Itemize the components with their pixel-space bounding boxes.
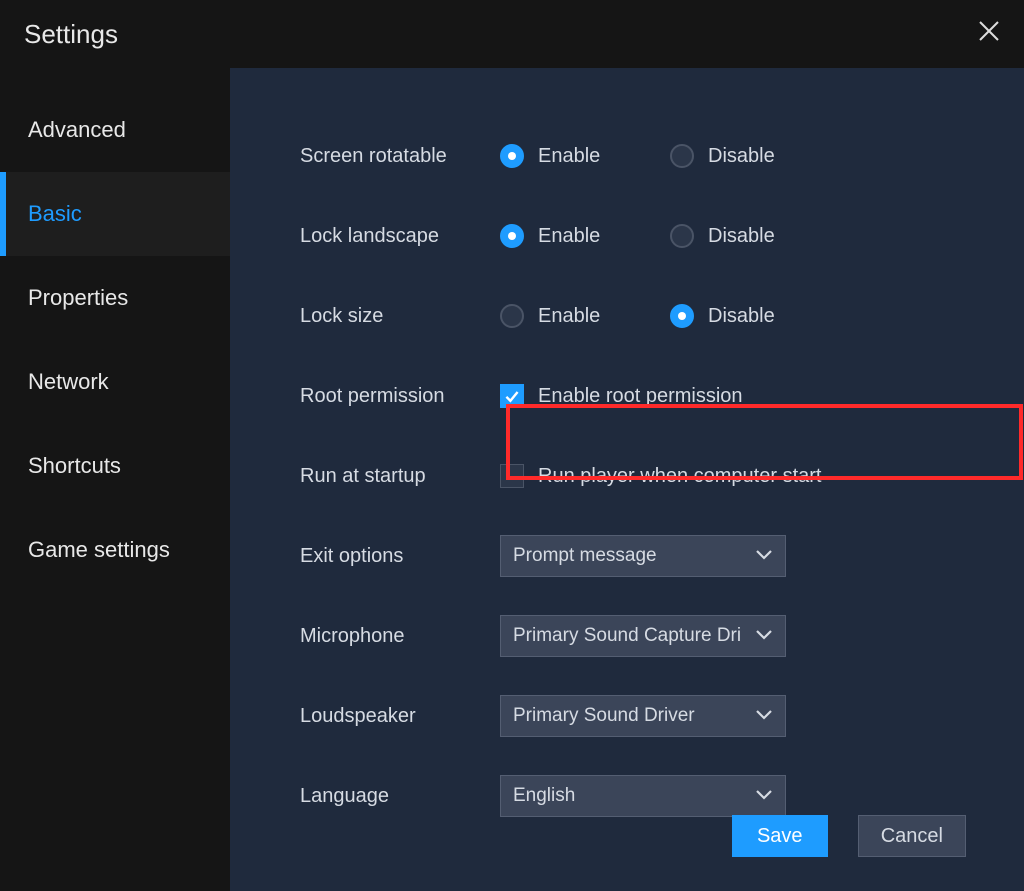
- sidebar-item-label: Properties: [28, 285, 128, 311]
- chevron-down-icon: [755, 785, 773, 807]
- row-screen-rotatable: Screen rotatable Enable Disable: [300, 116, 984, 196]
- row-root-permission: Root permission Enable root permission: [300, 356, 984, 436]
- label-loudspeaker: Loudspeaker: [300, 705, 500, 728]
- close-icon[interactable]: [978, 20, 1000, 48]
- radio-label: Disable: [708, 145, 775, 168]
- checkbox-root-permission[interactable]: Enable root permission: [500, 384, 743, 408]
- radio-outer-icon: [670, 224, 694, 248]
- checkbox-run-at-startup[interactable]: Run player when computer start: [500, 464, 821, 488]
- label-exit-options: Exit options: [300, 545, 500, 568]
- sidebar-item-label: Game settings: [28, 537, 170, 563]
- row-microphone: Microphone Primary Sound Capture Dri: [300, 596, 984, 676]
- radio-outer-icon: [500, 144, 524, 168]
- sidebar-item-game-settings[interactable]: Game settings: [0, 508, 230, 592]
- button-label: Save: [757, 825, 803, 848]
- controls-root-permission: Enable root permission: [500, 384, 743, 408]
- chevron-down-icon: [755, 545, 773, 567]
- main-panel: Screen rotatable Enable Disable Lock lan…: [230, 68, 1024, 891]
- select-value: Primary Sound Capture Dri: [513, 625, 741, 647]
- label-run-at-startup: Run at startup: [300, 465, 500, 488]
- controls-screen-rotatable: Enable Disable: [500, 144, 840, 168]
- sidebar-item-shortcuts[interactable]: Shortcuts: [0, 424, 230, 508]
- row-lock-size: Lock size Enable Disable: [300, 276, 984, 356]
- row-exit-options: Exit options Prompt message: [300, 516, 984, 596]
- radio-lock-size-enable[interactable]: Enable: [500, 304, 670, 328]
- titlebar: Settings: [0, 0, 1024, 68]
- sidebar-item-network[interactable]: Network: [0, 340, 230, 424]
- sidebar-item-label: Basic: [28, 201, 82, 227]
- sidebar-item-label: Shortcuts: [28, 453, 121, 479]
- label-microphone: Microphone: [300, 625, 500, 648]
- select-value: Primary Sound Driver: [513, 705, 695, 727]
- select-value: English: [513, 785, 575, 807]
- body: Advanced Basic Properties Network Shortc…: [0, 68, 1024, 891]
- radio-lock-landscape-enable[interactable]: Enable: [500, 224, 670, 248]
- sidebar-item-label: Advanced: [28, 117, 126, 143]
- select-loudspeaker[interactable]: Primary Sound Driver: [500, 695, 786, 737]
- cancel-button[interactable]: Cancel: [858, 815, 966, 857]
- select-microphone[interactable]: Primary Sound Capture Dri: [500, 615, 786, 657]
- save-button[interactable]: Save: [732, 815, 828, 857]
- sidebar-item-label: Network: [28, 369, 109, 395]
- settings-window: Settings Advanced Basic Properties Netwo…: [0, 0, 1024, 891]
- sidebar-item-properties[interactable]: Properties: [0, 256, 230, 340]
- checkbox-label: Enable root permission: [538, 385, 743, 408]
- select-exit-options[interactable]: Prompt message: [500, 535, 786, 577]
- radio-outer-icon: [500, 224, 524, 248]
- radio-screen-rotatable-enable[interactable]: Enable: [500, 144, 670, 168]
- titlebar-title: Settings: [24, 19, 118, 50]
- footer: Save Cancel: [732, 815, 966, 857]
- sidebar-item-basic[interactable]: Basic: [0, 172, 230, 256]
- row-lock-landscape: Lock landscape Enable Disable: [300, 196, 984, 276]
- radio-lock-landscape-disable[interactable]: Disable: [670, 224, 840, 248]
- radio-outer-icon: [670, 304, 694, 328]
- row-loudspeaker: Loudspeaker Primary Sound Driver: [300, 676, 984, 756]
- label-lock-landscape: Lock landscape: [300, 225, 500, 248]
- chevron-down-icon: [755, 705, 773, 727]
- radio-outer-icon: [500, 304, 524, 328]
- controls-lock-landscape: Enable Disable: [500, 224, 840, 248]
- row-run-at-startup: Run at startup Run player when computer …: [300, 436, 984, 516]
- sidebar: Advanced Basic Properties Network Shortc…: [0, 68, 230, 891]
- radio-label: Enable: [538, 225, 600, 248]
- button-label: Cancel: [881, 825, 943, 848]
- label-screen-rotatable: Screen rotatable: [300, 145, 500, 168]
- checkbox-label: Run player when computer start: [538, 465, 821, 488]
- select-value: Prompt message: [513, 545, 657, 567]
- select-language[interactable]: English: [500, 775, 786, 817]
- radio-outer-icon: [670, 144, 694, 168]
- radio-screen-rotatable-disable[interactable]: Disable: [670, 144, 840, 168]
- radio-lock-size-disable[interactable]: Disable: [670, 304, 840, 328]
- controls-lock-size: Enable Disable: [500, 304, 840, 328]
- label-language: Language: [300, 785, 500, 808]
- controls-run-at-startup: Run player when computer start: [500, 464, 821, 488]
- label-root-permission: Root permission: [300, 385, 500, 408]
- radio-label: Enable: [538, 305, 600, 328]
- chevron-down-icon: [755, 625, 773, 647]
- radio-label: Disable: [708, 225, 775, 248]
- sidebar-item-advanced[interactable]: Advanced: [0, 88, 230, 172]
- radio-label: Enable: [538, 145, 600, 168]
- checkbox-box-icon: [500, 464, 524, 488]
- radio-label: Disable: [708, 305, 775, 328]
- label-lock-size: Lock size: [300, 305, 500, 328]
- checkbox-box-icon: [500, 384, 524, 408]
